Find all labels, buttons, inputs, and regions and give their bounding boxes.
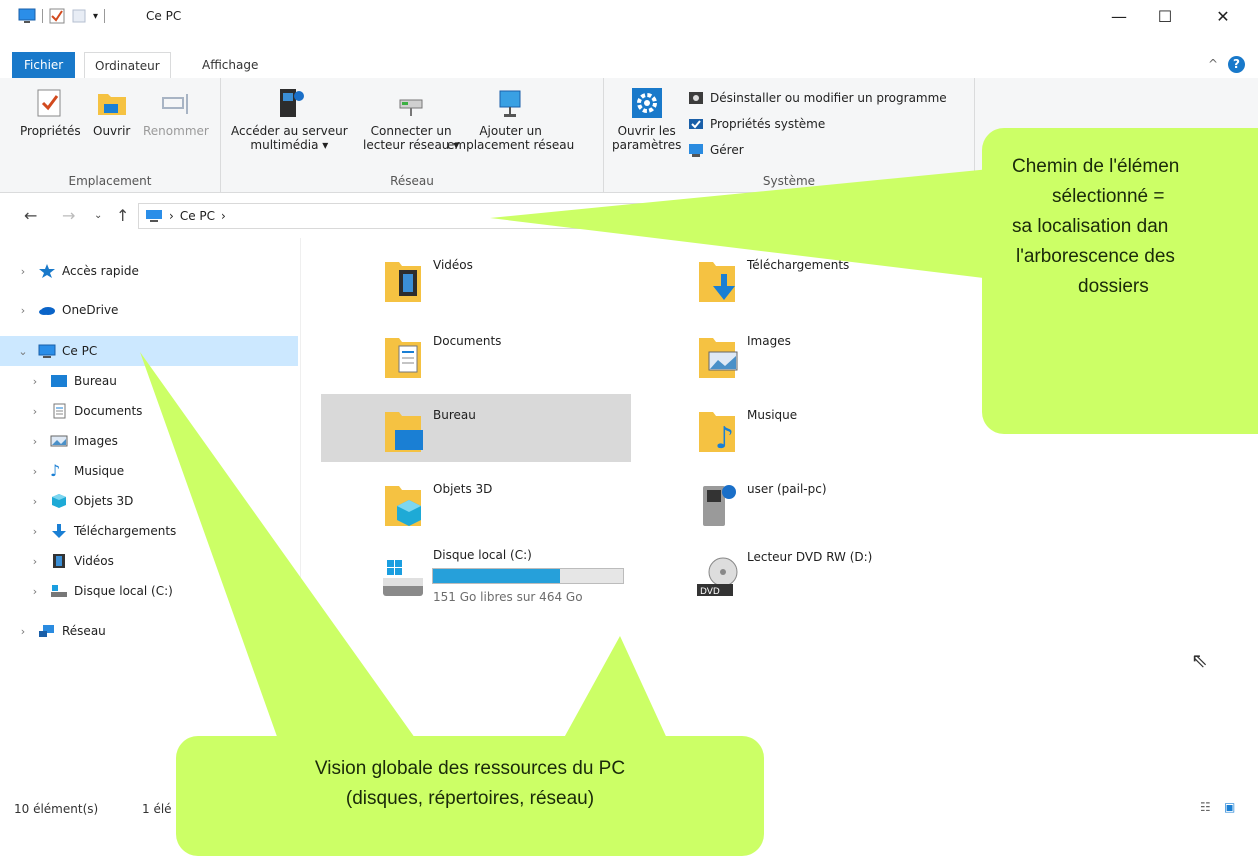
callout-line: (disques, répertoires, réseau) (345, 788, 595, 809)
callout-line: sélectionné = (1052, 186, 1165, 207)
pointer-sidebar (140, 352, 420, 745)
callout-line: l'arborescence des (1016, 246, 1175, 267)
callout-line: dossiers (1078, 276, 1149, 297)
pointer-content (560, 636, 670, 745)
callout-address-path: Chemin de l'élémen sélectionné = sa loca… (982, 128, 1258, 434)
callout-line: Chemin de l'élémen (1012, 156, 1180, 177)
pointer-address (490, 168, 1000, 280)
callout-line: sa localisation dan (1012, 216, 1169, 237)
callout-line: Vision globale des ressources du PC (314, 758, 626, 779)
callout-global-view: Vision globale des ressources du PC (dis… (176, 736, 764, 856)
